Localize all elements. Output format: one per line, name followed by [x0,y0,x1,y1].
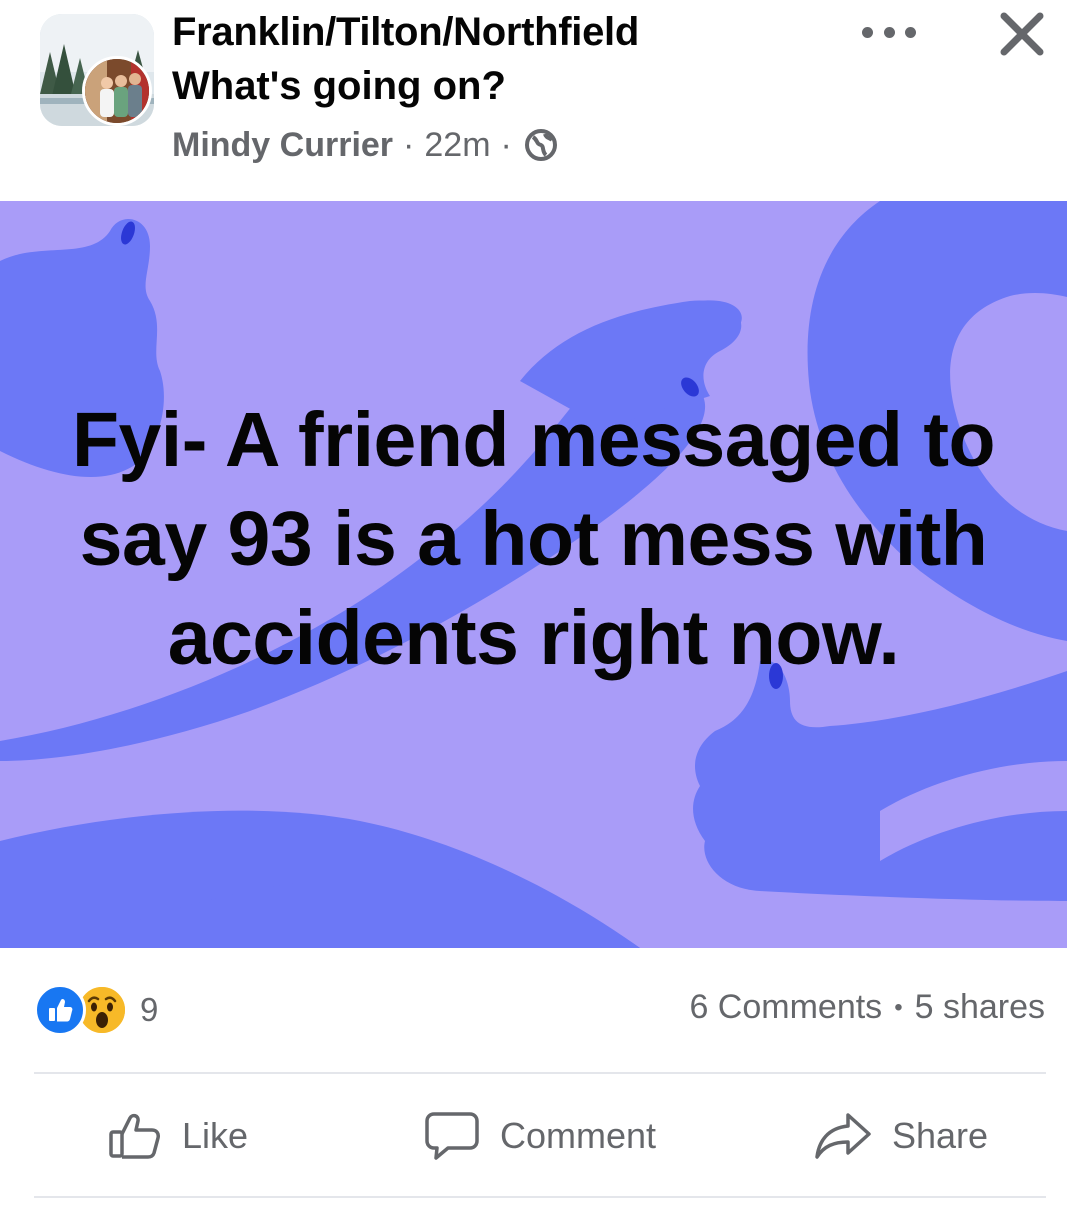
close-icon[interactable] [996,8,1048,60]
author-avatar[interactable] [82,56,152,126]
author-name[interactable]: Mindy Currier [172,126,393,165]
counts-separator: • [894,993,903,1021]
share-label: Share [892,1115,989,1156]
post-timestamp[interactable]: 22m [424,126,490,165]
reaction-count: 9 [140,991,159,1028]
post-header: Franklin/Tilton/Northfield What's going … [0,0,1067,200]
comment-label: Comment [500,1115,657,1156]
shares-count[interactable]: 5 shares [915,988,1045,1027]
post-text: Fyi- A friend messaged to say 93 is a ho… [71,397,996,681]
group-name[interactable]: Franklin/Tilton/Northfield [172,10,639,55]
globe-icon [524,128,558,162]
divider [34,1196,1046,1198]
share-button[interactable]: Share [814,1088,988,1184]
reactions-summary[interactable]: 9 [34,984,158,1036]
action-bar: Like Comment Share [0,1076,1067,1196]
meta-separator: · [500,125,512,164]
like-reaction-icon [34,984,86,1036]
divider [34,1072,1046,1074]
thumbs-up-icon [109,1113,160,1159]
post-meta: Mindy Currier · 22m · [172,122,558,168]
comment-button[interactable]: Comment [424,1088,656,1184]
comments-count[interactable]: 6 Comments [689,988,882,1027]
post-title: What's going on? [172,64,506,108]
facebook-post: Franklin/Tilton/Northfield What's going … [0,0,1067,1224]
share-arrow-icon [815,1113,871,1159]
more-options-icon[interactable] [862,14,916,50]
comment-bubble-icon [425,1112,479,1160]
like-label: Like [182,1115,249,1156]
engagement-counts: 6 Comments • 5 shares [689,988,1045,1027]
post-background-card[interactable]: Fyi- A friend messaged to say 93 is a ho… [0,201,1067,948]
meta-separator: · [403,125,415,164]
like-button[interactable]: Like [108,1088,248,1184]
